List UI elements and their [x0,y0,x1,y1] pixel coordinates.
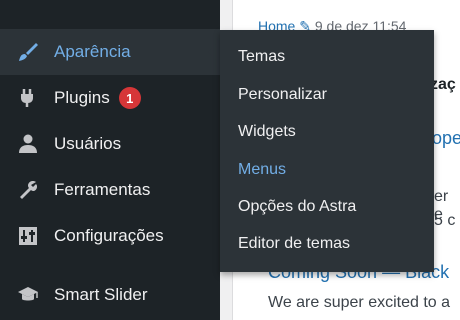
post-text-line: 5 c [434,212,456,229]
sidebar-item-label: Smart Slider [54,285,148,304]
sidebar-item-configuracoes[interactable]: Configurações [0,213,220,259]
wrench-icon [14,178,42,202]
sidebar-item-ferramentas[interactable]: Ferramentas [0,167,220,213]
post-link[interactable]: ope [432,128,460,149]
sidebar-item-usuarios[interactable]: Usuários [0,121,220,167]
graduation-cap-icon [14,283,42,307]
submenu-item-menus[interactable]: Menus [238,161,286,179]
post-excerpt: We are super excited to a [268,294,451,311]
sidebar-item-smart-slider[interactable]: Smart Slider [0,272,220,318]
sidebar-item-label: Aparência [54,42,131,61]
submenu-item-widgets[interactable]: Widgets [238,123,296,141]
sidebar-item-label: Usuários [54,134,122,153]
submenu-item-opcoes-astra[interactable]: Opções do Astra [238,198,356,216]
user-icon [14,132,42,156]
plugin-icon [14,86,42,110]
sidebar-item-aparencia[interactable]: Aparência [0,29,220,75]
submenu-item-personalizar[interactable]: Personalizar [238,86,327,104]
active-menu-pointer [208,40,220,64]
settings-icon [14,224,42,248]
sidebar-item-label: Ferramentas [54,180,151,199]
brush-icon [14,40,42,64]
sidebar-item-label: Plugins [54,88,110,107]
sidebar-item-label: Configurações [54,226,164,245]
appearance-submenu: Temas Personalizar Widgets Menus Opções … [220,30,434,272]
update-count-badge: 1 [118,87,141,109]
submenu-item-editor-temas[interactable]: Editor de temas [238,235,350,253]
sidebar-item-plugins[interactable]: Plugins 1 [0,75,220,121]
admin-sidebar: Aparência Plugins 1 Usuários Ferramentas… [0,0,220,320]
submenu-item-temas[interactable]: Temas [238,48,285,66]
